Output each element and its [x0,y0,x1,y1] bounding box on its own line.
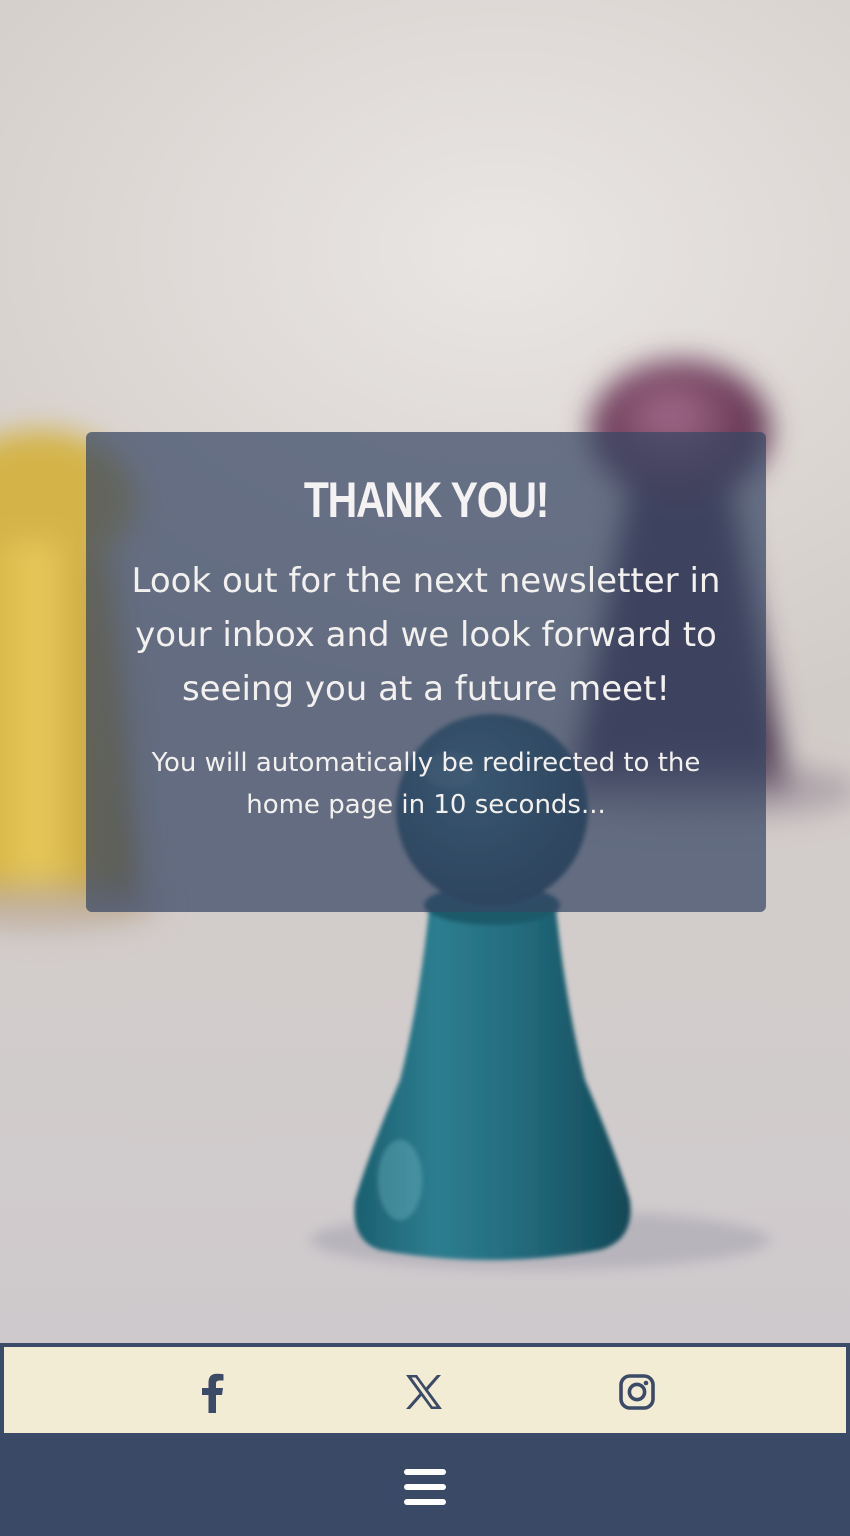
x-icon [406,1375,442,1409]
thank-you-card: THANK YOU! Look out for the next newslet… [86,432,766,912]
thank-you-heading: THANK YOU! [303,472,550,528]
facebook-link[interactable] [187,1367,237,1417]
hamburger-menu-button[interactable] [400,1465,450,1509]
thank-you-page: THANK YOU! Look out for the next newslet… [0,0,850,1536]
facebook-icon [202,1373,224,1413]
instagram-icon [619,1374,655,1410]
x-link[interactable] [399,1367,449,1417]
bottom-navigation [0,1437,850,1536]
instagram-link[interactable] [612,1367,662,1417]
hero-background: THANK YOU! Look out for the next newslet… [0,0,850,1345]
redirect-notice: You will automatically be redirected to … [151,748,701,820]
social-links-bar [0,1343,850,1437]
newsletter-message: Look out for the next newsletter in your… [131,561,721,709]
